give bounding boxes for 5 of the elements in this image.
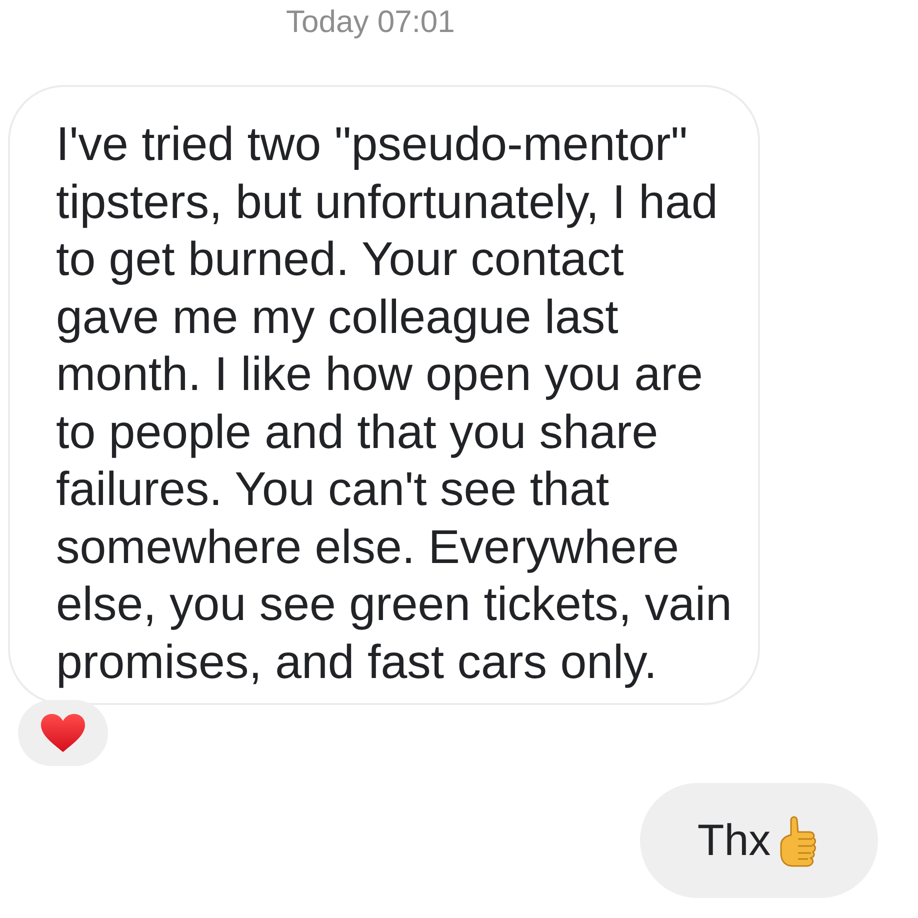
message-text: Thx bbox=[697, 816, 771, 866]
message-text: I've tried two "pseudo-mentor" tipsters, but unfortunately, I had to get burned. Your contact gave me my colleague last month. I like how open you are to people and that you share failures. You can't see that somewhere else. Everywhere else, you see green tickets, vain promises, and fast cars only. bbox=[56, 117, 732, 690]
heart-icon bbox=[40, 713, 86, 753]
timestamp: Today 07:01 bbox=[286, 3, 455, 41]
thumbs-up-icon bbox=[778, 814, 817, 866]
